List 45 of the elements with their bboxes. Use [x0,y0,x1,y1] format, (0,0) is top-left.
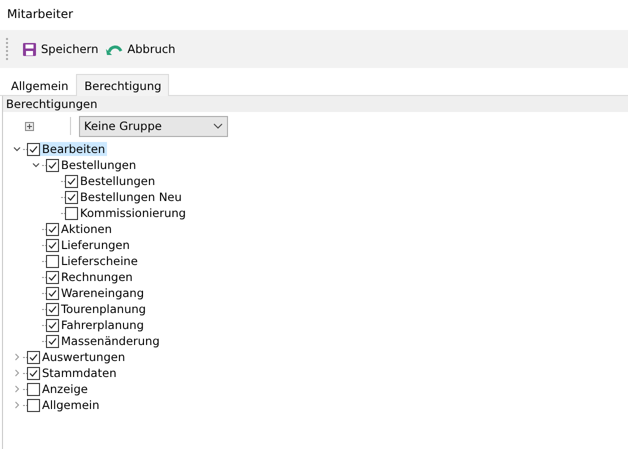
save-button[interactable]: Speichern [20,40,100,58]
tab[interactable]: Berechtigung [76,74,170,96]
tree-item[interactable]: Allgemein [40,398,102,412]
checkbox[interactable] [46,222,59,236]
checkbox[interactable] [46,254,59,268]
checkbox[interactable] [65,190,78,204]
tab[interactable]: Allgemein [3,74,76,96]
checkbox[interactable] [46,158,59,172]
checkbox[interactable] [46,318,59,332]
checkbox[interactable] [27,382,40,396]
checkbox[interactable] [46,302,59,316]
tree-item[interactable]: Wareneingang [59,286,146,300]
checkbox[interactable] [27,366,40,380]
tree-item[interactable]: Anzeige [40,382,90,396]
undo-icon [106,42,124,56]
group-dropdown[interactable]: Keine Gruppe [79,116,228,136]
tree-item[interactable]: Fahrerplanung [59,318,146,332]
checkbox[interactable] [27,398,40,412]
save-icon [22,42,37,56]
chevron-down-icon [213,123,223,129]
tree-item[interactable]: Kommissionierung [78,206,188,220]
tree-item[interactable]: Bearbeiten [40,142,108,156]
checkbox[interactable] [27,142,40,156]
tree-item[interactable]: Auswertungen [40,350,128,364]
tree-item[interactable]: Rechnungen [59,270,135,284]
tree-item[interactable]: Bestellungen [59,158,138,172]
checkbox[interactable] [65,174,78,188]
tree-item[interactable]: Lieferungen [59,238,132,252]
tree-item[interactable]: Tourenplanung [59,302,148,316]
checkbox[interactable] [46,334,59,348]
cancel-button[interactable]: Abbruch [104,40,178,58]
checkbox[interactable] [46,238,59,252]
expand-all-icon[interactable] [25,122,34,130]
window-title: Mitarbeiter [6,6,74,23]
tree-item[interactable]: Bestellungen Neu [78,190,184,204]
tree-item[interactable]: Aktionen [59,222,114,236]
checkbox[interactable] [27,350,40,364]
tree-item[interactable]: Lieferscheine [59,254,140,268]
checkbox[interactable] [46,270,59,284]
tree-item[interactable]: Stammdaten [40,366,118,380]
tree-item[interactable]: Bestellungen [78,174,158,188]
checkbox[interactable] [46,286,59,300]
checkbox[interactable] [65,206,78,220]
group-header: Berechtigungen [3,96,628,112]
tree-item[interactable]: Massenänderung [59,334,162,348]
